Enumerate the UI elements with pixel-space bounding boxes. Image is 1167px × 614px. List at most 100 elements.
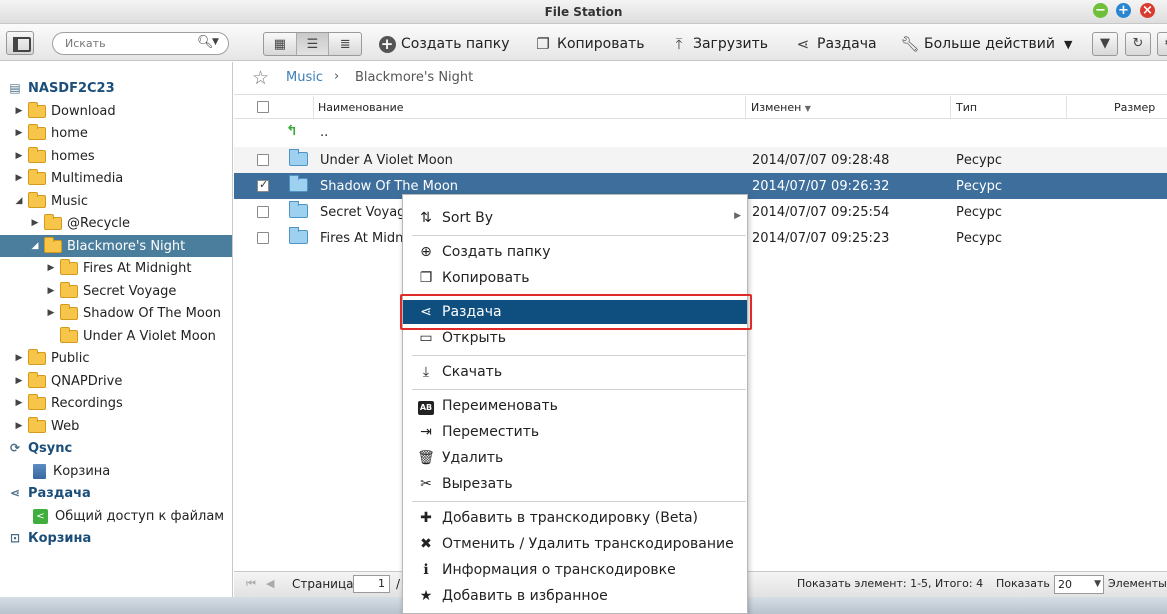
- page-number-input[interactable]: 1: [353, 575, 390, 593]
- expand-arrow-icon[interactable]: ▶: [14, 106, 24, 116]
- tree-item-file-sharing[interactable]: < Общий доступ к файлам: [0, 505, 232, 527]
- expand-arrow-icon[interactable]: ▶: [46, 308, 56, 318]
- menu-item-transcode-info[interactable]: ℹ Информация о транскодировке: [403, 558, 747, 582]
- tree-item-public[interactable]: ▶ Public: [0, 347, 232, 369]
- tree-item-download[interactable]: ▶ Download: [0, 100, 232, 122]
- list-view-button[interactable]: ☰: [296, 33, 330, 55]
- column-divider: [950, 96, 951, 118]
- menu-item-create-folder[interactable]: ⊕ Создать папку: [403, 240, 747, 264]
- tree-item-multimedia[interactable]: ▶ Multimedia: [0, 167, 232, 189]
- create-folder-button[interactable]: + Создать папку: [377, 34, 510, 54]
- table-row[interactable]: Under A Violet Moon 2014/07/07 09:28:48 …: [234, 147, 1167, 173]
- maximize-icon[interactable]: +: [1116, 3, 1131, 18]
- collapse-arrow-icon[interactable]: ◢: [14, 196, 24, 206]
- menu-item-cancel-transcode[interactable]: ✖ Отменить / Удалить транскодирование: [403, 532, 747, 556]
- detail-view-button[interactable]: ≣: [329, 33, 361, 55]
- menu-item-rename[interactable]: AB Переименовать: [403, 394, 747, 418]
- refresh-icon: ↻: [1132, 36, 1144, 51]
- breadcrumb-item-music[interactable]: Music: [286, 70, 323, 85]
- folder-icon: [289, 175, 308, 192]
- column-header-name[interactable]: Наименование: [318, 101, 403, 114]
- info-icon: ℹ: [423, 562, 429, 578]
- menu-item-cut[interactable]: ✂ Вырезать: [403, 472, 747, 496]
- breadcrumb: ☆ Music › Blackmore's Night: [234, 62, 1167, 95]
- menu-item-copy[interactable]: ❐ Копировать: [403, 266, 747, 290]
- folder-icon: [28, 371, 46, 388]
- items-per-page-select[interactable]: 20: [1054, 575, 1104, 594]
- settings-button[interactable]: ⚙: [1157, 32, 1167, 56]
- expand-arrow-icon[interactable]: ▶: [14, 128, 24, 138]
- search-box[interactable]: 🔍︎ ▼: [52, 32, 229, 55]
- more-actions-button[interactable]: 🔧︎ Больше действий ▼: [900, 34, 1072, 54]
- sort-desc-icon: ▼: [804, 104, 811, 113]
- nas-root[interactable]: ▤ NASDF2C23: [0, 77, 232, 99]
- collapse-arrow-icon[interactable]: ◢: [30, 241, 40, 251]
- expand-arrow-icon[interactable]: ▶: [14, 421, 24, 431]
- tree-item-secret-voyage[interactable]: ▶ Secret Voyage: [0, 280, 232, 302]
- tree-item-homes[interactable]: ▶ homes: [0, 145, 232, 167]
- expand-arrow-icon[interactable]: ▶: [14, 173, 24, 183]
- upload-button[interactable]: ⤒ Загрузить: [669, 34, 768, 54]
- column-header-type[interactable]: Тип: [956, 101, 977, 114]
- menu-item-sort-by[interactable]: ⇅ Sort By ▶: [403, 206, 747, 230]
- column-header-size[interactable]: Размер: [1114, 101, 1155, 114]
- tree-item-recordings[interactable]: ▶ Recordings: [0, 392, 232, 414]
- expand-arrow-icon[interactable]: ▶: [14, 398, 24, 408]
- menu-item-move[interactable]: ⇥ Переместить: [403, 420, 747, 444]
- copy-button[interactable]: ❐ Копировать: [533, 34, 644, 54]
- search-input[interactable]: [65, 36, 195, 51]
- tree-item-recycle[interactable]: ▶ @Recycle: [0, 212, 232, 234]
- tree-item-qnapdrive[interactable]: ▶ QNAPDrive: [0, 370, 232, 392]
- row-checkbox[interactable]: [257, 154, 269, 166]
- show-label: Показать: [996, 577, 1050, 590]
- qsync-section[interactable]: ⟳ Qsync: [0, 437, 232, 459]
- expand-arrow-icon[interactable]: ▶: [14, 376, 24, 386]
- tree-item-under-a-violet-moon[interactable]: Under A Violet Moon: [0, 325, 232, 347]
- minimize-icon[interactable]: −: [1093, 3, 1108, 18]
- parent-folder-row[interactable]: ↰ ..: [234, 119, 1167, 145]
- folder-open-icon: [28, 191, 46, 208]
- refresh-button[interactable]: ↻: [1125, 32, 1151, 56]
- expand-arrow-icon[interactable]: ▶: [14, 151, 24, 161]
- tree-item-home[interactable]: ▶ home: [0, 122, 232, 144]
- rename-icon: AB: [416, 398, 436, 415]
- filter-button[interactable]: ▼: [1092, 32, 1118, 56]
- share-section[interactable]: ⋖ Раздача: [0, 482, 232, 504]
- row-checkbox[interactable]: [257, 232, 269, 244]
- thumbnail-view-button[interactable]: ▦: [264, 33, 297, 55]
- chevron-down-icon[interactable]: ▼: [212, 37, 219, 47]
- tree-item-music[interactable]: ◢ Music: [0, 190, 232, 212]
- star-icon[interactable]: ☆: [252, 67, 269, 89]
- menu-item-delete[interactable]: 🗑︎ Удалить: [403, 446, 747, 470]
- folder-icon: [60, 303, 78, 320]
- back-arrow-icon: ↰: [286, 123, 298, 139]
- expand-arrow-icon[interactable]: ▶: [46, 263, 56, 273]
- menu-item-add-transcode[interactable]: ✚ Добавить в транскодировку (Beta): [403, 506, 747, 530]
- previous-page-icon[interactable]: ◀: [266, 577, 274, 590]
- menu-item-add-favorite[interactable]: ★ Добавить в избранное: [403, 584, 747, 608]
- tree-item-fires-at-midnight[interactable]: ▶ Fires At Midnight: [0, 257, 232, 279]
- close-icon[interactable]: ×: [1140, 3, 1155, 18]
- first-page-icon[interactable]: ⏮: [246, 577, 256, 591]
- tree-label: Общий доступ к файлам: [55, 508, 225, 524]
- expand-arrow-icon[interactable]: ▶: [14, 353, 24, 363]
- sidebar-toggle-button[interactable]: [6, 31, 34, 55]
- tree-item-web[interactable]: ▶ Web: [0, 415, 232, 437]
- expand-arrow-icon[interactable]: ▶: [46, 286, 56, 296]
- upload-icon: ⤒: [675, 35, 683, 53]
- share-button[interactable]: ⋖ Раздача: [793, 34, 877, 54]
- menu-item-download[interactable]: ⤓ Скачать: [403, 360, 747, 384]
- row-checkbox[interactable]: [257, 178, 269, 192]
- menu-item-label: Открыть: [442, 330, 506, 346]
- nas-icon: ▤: [9, 81, 21, 95]
- row-checkbox[interactable]: [257, 206, 269, 218]
- tree-item-shadow-of-the-moon[interactable]: ▶ Shadow Of The Moon: [0, 302, 232, 324]
- trash-section[interactable]: ⊡ Корзина: [0, 527, 232, 549]
- column-header-modified[interactable]: Изменен ▼: [751, 101, 811, 114]
- expand-arrow-icon[interactable]: ▶: [30, 218, 40, 228]
- tree-item-blackmores-night[interactable]: ◢ Blackmore's Night: [0, 235, 232, 257]
- select-all-checkbox[interactable]: [257, 101, 269, 113]
- filter-icon: ▼: [1100, 36, 1110, 51]
- tree-item-qsync-trash[interactable]: Корзина: [0, 460, 232, 482]
- copy-icon: ❐: [419, 270, 433, 286]
